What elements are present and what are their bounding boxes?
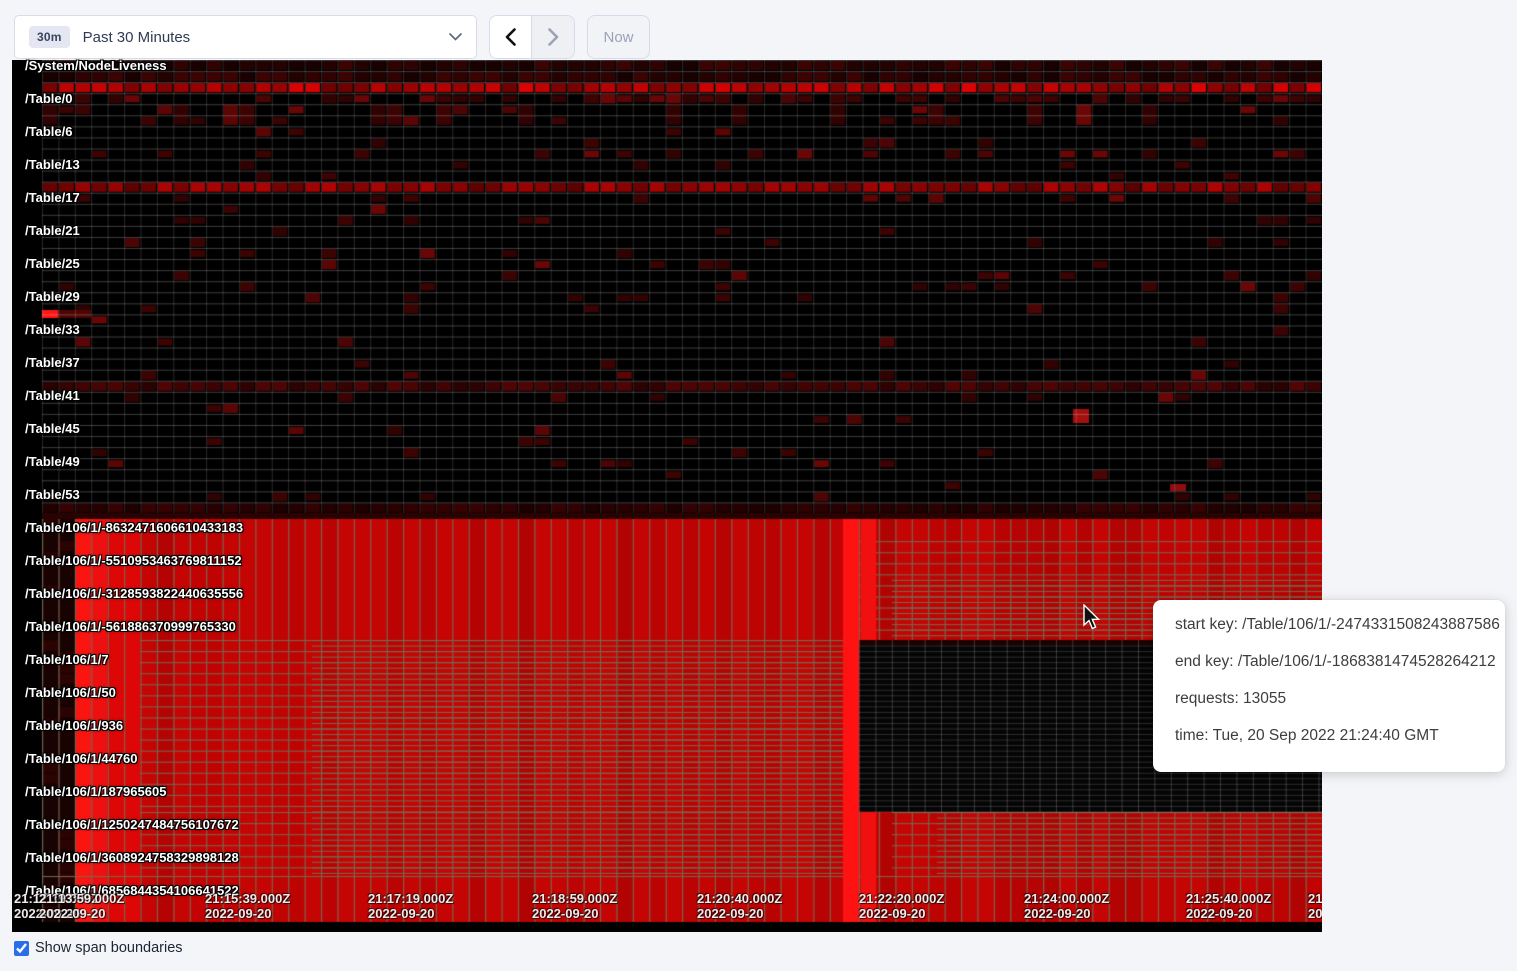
row-label: /Table/53 bbox=[25, 487, 80, 503]
duration-badge: 30m bbox=[29, 26, 70, 48]
row-label: /Table/45 bbox=[25, 421, 80, 437]
now-button[interactable]: Now bbox=[587, 15, 650, 59]
row-label: /Table/21 bbox=[25, 223, 80, 239]
row-label: /Table/106/1/-561886370999765330 bbox=[25, 619, 236, 635]
hover-tooltip: start key: /Table/106/1/-247433150824388… bbox=[1153, 600, 1505, 772]
row-label: /Table/106/1/187965605 bbox=[25, 784, 166, 800]
row-label: /Table/6 bbox=[25, 124, 72, 140]
row-label: /Table/0 bbox=[25, 91, 72, 107]
row-label: /Table/106/1/1250247484756107672 bbox=[25, 817, 239, 833]
mouse-cursor-icon bbox=[1082, 604, 1102, 632]
next-time-button[interactable] bbox=[532, 16, 574, 58]
key-visualizer: /System/NodeLiveness/Table/0/Table/6/Tab… bbox=[12, 60, 1322, 932]
row-label: /Table/13 bbox=[25, 157, 80, 173]
time-toolbar: 30m Past 30 Minutes Now bbox=[14, 15, 650, 59]
row-label: /Table/41 bbox=[25, 388, 80, 404]
row-label: /Table/106/1/7 bbox=[25, 652, 109, 668]
chevron-left-icon bbox=[505, 28, 516, 46]
row-label: /Table/106/1/-3128593822440635556 bbox=[25, 586, 243, 602]
row-label: /Table/33 bbox=[25, 322, 80, 338]
row-label: /Table/25 bbox=[25, 256, 80, 272]
show-span-boundaries-toggle: Show span boundaries bbox=[14, 940, 183, 956]
row-label: /Table/29 bbox=[25, 289, 80, 305]
key-visualizer-page: 30m Past 30 Minutes Now /System/NodeLive… bbox=[0, 0, 1517, 971]
tooltip-start-key: start key: /Table/106/1/-247433150824388… bbox=[1175, 614, 1485, 635]
row-label: /Table/49 bbox=[25, 454, 80, 470]
time-range-dropdown[interactable]: 30m Past 30 Minutes bbox=[14, 15, 477, 59]
show-span-boundaries-checkbox[interactable] bbox=[14, 941, 29, 956]
chevron-right-icon bbox=[548, 28, 559, 46]
chevron-down-icon bbox=[449, 33, 462, 41]
tooltip-requests: requests: 13055 bbox=[1175, 688, 1485, 709]
row-label: /Table/37 bbox=[25, 355, 80, 371]
row-label: /Table/106/1/50 bbox=[25, 685, 116, 701]
show-span-boundaries-label: Show span boundaries bbox=[35, 940, 183, 956]
row-label: /Table/106/1/6856844354106641522 bbox=[25, 883, 239, 899]
time-range-value: Past 30 Minutes bbox=[83, 29, 191, 46]
row-label: /Table/106/1/936 bbox=[25, 718, 123, 734]
row-label: /System/NodeLiveness bbox=[25, 58, 167, 74]
row-label: /Table/17 bbox=[25, 190, 80, 206]
row-label: /Table/106/1/44760 bbox=[25, 751, 138, 767]
heatmap-canvas[interactable] bbox=[12, 60, 1322, 932]
row-label: /Table/106/1/3608924758329898128 bbox=[25, 850, 239, 866]
tooltip-end-key: end key: /Table/106/1/-18683814745282642… bbox=[1175, 651, 1485, 672]
row-label: /Table/106/1/-8632471606610433183 bbox=[25, 520, 243, 536]
row-label: /Table/106/1/-5510953463769811152 bbox=[25, 553, 242, 569]
time-nav-group bbox=[489, 15, 575, 59]
tooltip-time: time: Tue, 20 Sep 2022 21:24:40 GMT bbox=[1175, 725, 1485, 746]
prev-time-button[interactable] bbox=[490, 16, 532, 58]
